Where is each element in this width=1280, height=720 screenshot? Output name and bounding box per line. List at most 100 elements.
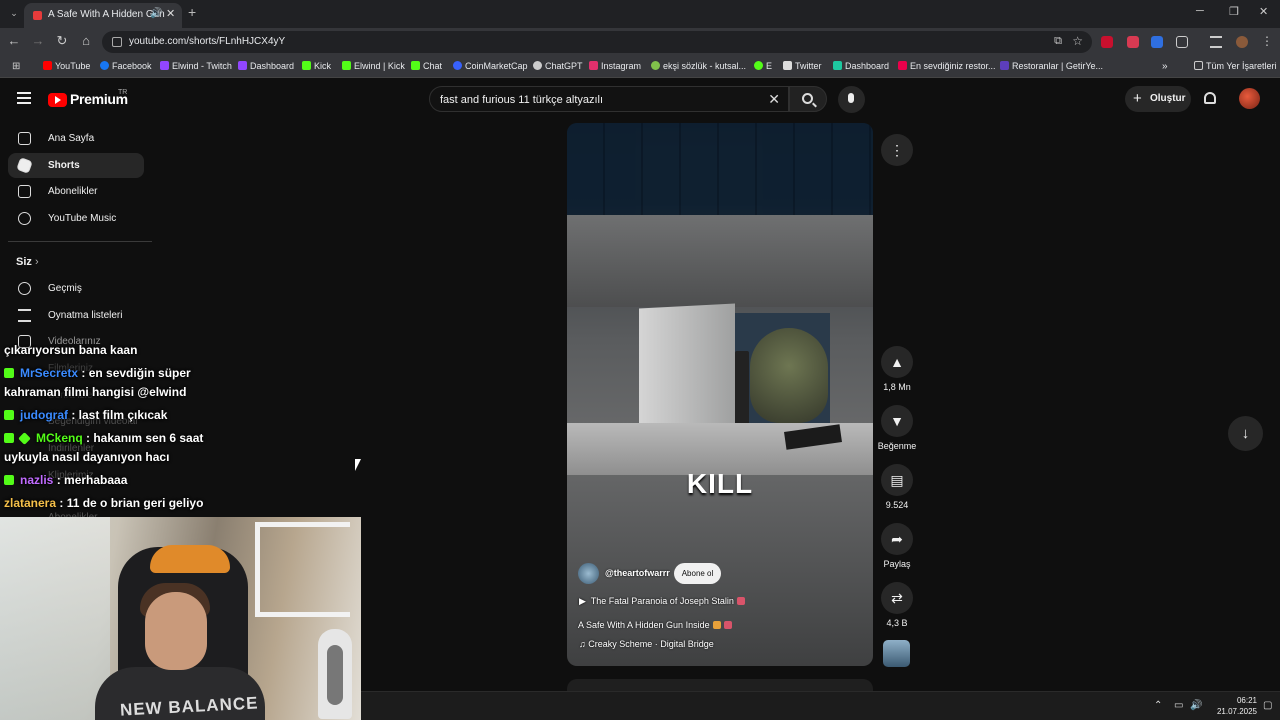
network-icon[interactable]: ▭ [1174, 700, 1183, 711]
bookmark-dashboard-twitch[interactable]: Dashboard [238, 61, 294, 71]
next-short-button[interactable]: ↓ [1228, 416, 1263, 451]
site-info-icon[interactable] [112, 37, 122, 47]
install-app-icon[interactable]: ⧉ [1054, 35, 1062, 48]
dislike-button[interactable]: ▼ [881, 405, 913, 437]
audio-playing-icon[interactable]: 🔊 [150, 8, 162, 19]
volume-icon[interactable]: 🔊 [1190, 700, 1202, 711]
sidebar-item-history[interactable]: Geçmiş [8, 276, 144, 301]
bookmark-instagram[interactable]: Instagram [589, 61, 641, 71]
remix-button[interactable]: ⇄ [881, 582, 913, 614]
sidebar-item-youtube-music[interactable]: YouTube Music [8, 206, 144, 231]
bookmark-coinmarketcap[interactable]: CoinMarketCap [453, 61, 528, 71]
sidebar-item-label: Geçmiş [48, 283, 82, 294]
subscriber-badge-icon [18, 432, 31, 445]
bookmark-twitter[interactable]: Twitter [783, 61, 822, 71]
short-video-player[interactable]: KILL @theartofwarrr Abone ol ▶ The Fatal… [567, 123, 873, 666]
bookmark-elwind-twitch[interactable]: Elwind - Twitch [160, 61, 232, 71]
extension-icon[interactable] [1151, 36, 1163, 48]
sound-thumbnail[interactable] [883, 640, 910, 667]
bookmark-favicon-icon [302, 61, 311, 70]
apps-grid-icon[interactable]: ⊞ [12, 61, 20, 72]
bookmark-chatgpt[interactable]: ChatGPT [533, 61, 583, 71]
bookmark-facebook[interactable]: Facebook [100, 61, 152, 71]
tray-overflow-icon[interactable]: ⌃ [1154, 700, 1162, 711]
bookmark-favicon-icon [898, 61, 907, 70]
chat-message: kahraman filmi hangisi @elwind [4, 385, 187, 399]
comment-count: 9.524 [885, 500, 909, 510]
sidebar-item-subscriptions[interactable]: Abonelikler [8, 179, 144, 204]
bookmark-e[interactable]: E [754, 61, 772, 71]
new-tab-button[interactable]: + [188, 4, 196, 20]
sidebar-item-shorts[interactable]: Shorts [8, 153, 144, 178]
more-options-button[interactable]: ⋮ [881, 134, 913, 166]
kick-badge-icon [4, 368, 14, 378]
home-icon[interactable]: ⌂ [78, 33, 94, 48]
bookmark-dashboard[interactable]: Dashboard [833, 61, 889, 71]
profile-avatar-icon[interactable] [1236, 36, 1248, 48]
forward-icon[interactable]: → [30, 33, 46, 48]
video-masked-figure [750, 328, 828, 423]
extension-icon[interactable] [1127, 36, 1139, 48]
chat-message: zlatanera : 11 de o brian geri geliyo [4, 496, 204, 510]
address-bar[interactable]: youtube.com/shorts/FLnhHJCX4yY ⧉ ☆ [102, 31, 1092, 53]
sidebar-item-label: Abonelikler [48, 186, 98, 197]
sound-link[interactable]: ♫ Creaky Scheme · Digital Bridge [579, 639, 714, 649]
notifications-bell-icon[interactable] [1204, 92, 1216, 104]
tab-close-icon[interactable]: ✕ [166, 7, 175, 20]
video-wall [567, 215, 873, 307]
extensions-puzzle-icon[interactable] [1176, 36, 1188, 48]
search-button[interactable] [789, 86, 827, 112]
bookmark-yemeksepeti[interactable]: En sevdiğiniz restor... [898, 61, 996, 71]
country-code: TR [118, 89, 128, 96]
playlist-link[interactable]: ▶ The Fatal Paranoia of Joseph Stalin [579, 596, 745, 607]
sidebar-item-home[interactable]: Ana Sayfa [8, 126, 144, 151]
bookmark-youtube[interactable]: YouTube [43, 61, 90, 71]
browser-menu-icon[interactable]: ⋮ [1261, 34, 1273, 48]
bookmarks-overflow-icon[interactable]: » [1162, 61, 1168, 72]
voice-search-button[interactable] [838, 86, 865, 113]
create-button[interactable]: + Oluştur [1125, 86, 1191, 112]
bookmark-eksi-sozluk[interactable]: ekşi sözlük - kutsal... [651, 61, 746, 71]
bookmark-getir[interactable]: Restoranlar | GetirYe... [1000, 61, 1103, 71]
sidebar-item-playlists[interactable]: Oynatma listeleri [8, 303, 144, 328]
chat-username: MrSecretx [20, 366, 79, 380]
notifications-icon[interactable]: ▢ [1263, 700, 1272, 711]
browser-tab[interactable]: A Safe With A Hidden Gun 🔊 ✕ [24, 3, 182, 28]
like-button[interactable]: ▲ [881, 346, 913, 378]
channel-name[interactable]: @theartofwarrr [605, 568, 670, 578]
account-avatar[interactable] [1239, 88, 1260, 109]
system-clock[interactable]: 06:21 21.07.2025 [1211, 695, 1257, 717]
back-icon[interactable]: ← [6, 33, 22, 48]
bookmark-chat[interactable]: Chat [411, 61, 442, 71]
search-input[interactable]: fast and furious 11 türkçe altyazılı [440, 94, 603, 106]
comments-button[interactable]: ▤ [881, 464, 913, 496]
reload-icon[interactable]: ↻ [54, 33, 70, 49]
playlist-icon [18, 309, 31, 322]
sidebar-you-header[interactable]: Siz › [16, 256, 39, 268]
channel-avatar[interactable] [578, 563, 599, 584]
next-short-preview[interactable] [567, 679, 873, 691]
chat-username: judograf [20, 408, 68, 422]
maximize-button[interactable]: ❐ [1229, 5, 1239, 18]
minimize-button[interactable]: ─ [1196, 5, 1204, 17]
tab-search-icon[interactable]: ⌄ [6, 5, 22, 21]
guide-menu-icon[interactable] [17, 92, 31, 104]
kick-badge-icon [4, 433, 14, 443]
reading-list-icon[interactable] [1210, 36, 1222, 48]
bookmark-kick[interactable]: Kick [302, 61, 331, 71]
folder-icon [1194, 61, 1203, 70]
extension-icon[interactable] [1101, 36, 1113, 48]
all-bookmarks-folder[interactable]: Tüm Yer İşaretleri [1194, 61, 1277, 71]
clear-search-icon[interactable]: ✕ [768, 91, 780, 108]
close-window-button[interactable]: ✕ [1259, 5, 1268, 18]
bookmark-favicon-icon [783, 61, 792, 70]
bookmark-star-icon[interactable]: ☆ [1072, 34, 1083, 48]
bookmark-elwind-kick[interactable]: Elwind | Kick [342, 61, 405, 71]
search-box[interactable]: fast and furious 11 türkçe altyazılı ✕ [429, 86, 789, 112]
sidebar-divider [8, 241, 152, 242]
create-label: Oluştur [1150, 93, 1186, 104]
thumbs-up-icon: ▲ [890, 354, 904, 370]
subscribe-button[interactable]: Abone ol [674, 563, 721, 584]
share-button[interactable]: ➦ [881, 523, 913, 555]
chat-username: nazlis [20, 473, 54, 487]
